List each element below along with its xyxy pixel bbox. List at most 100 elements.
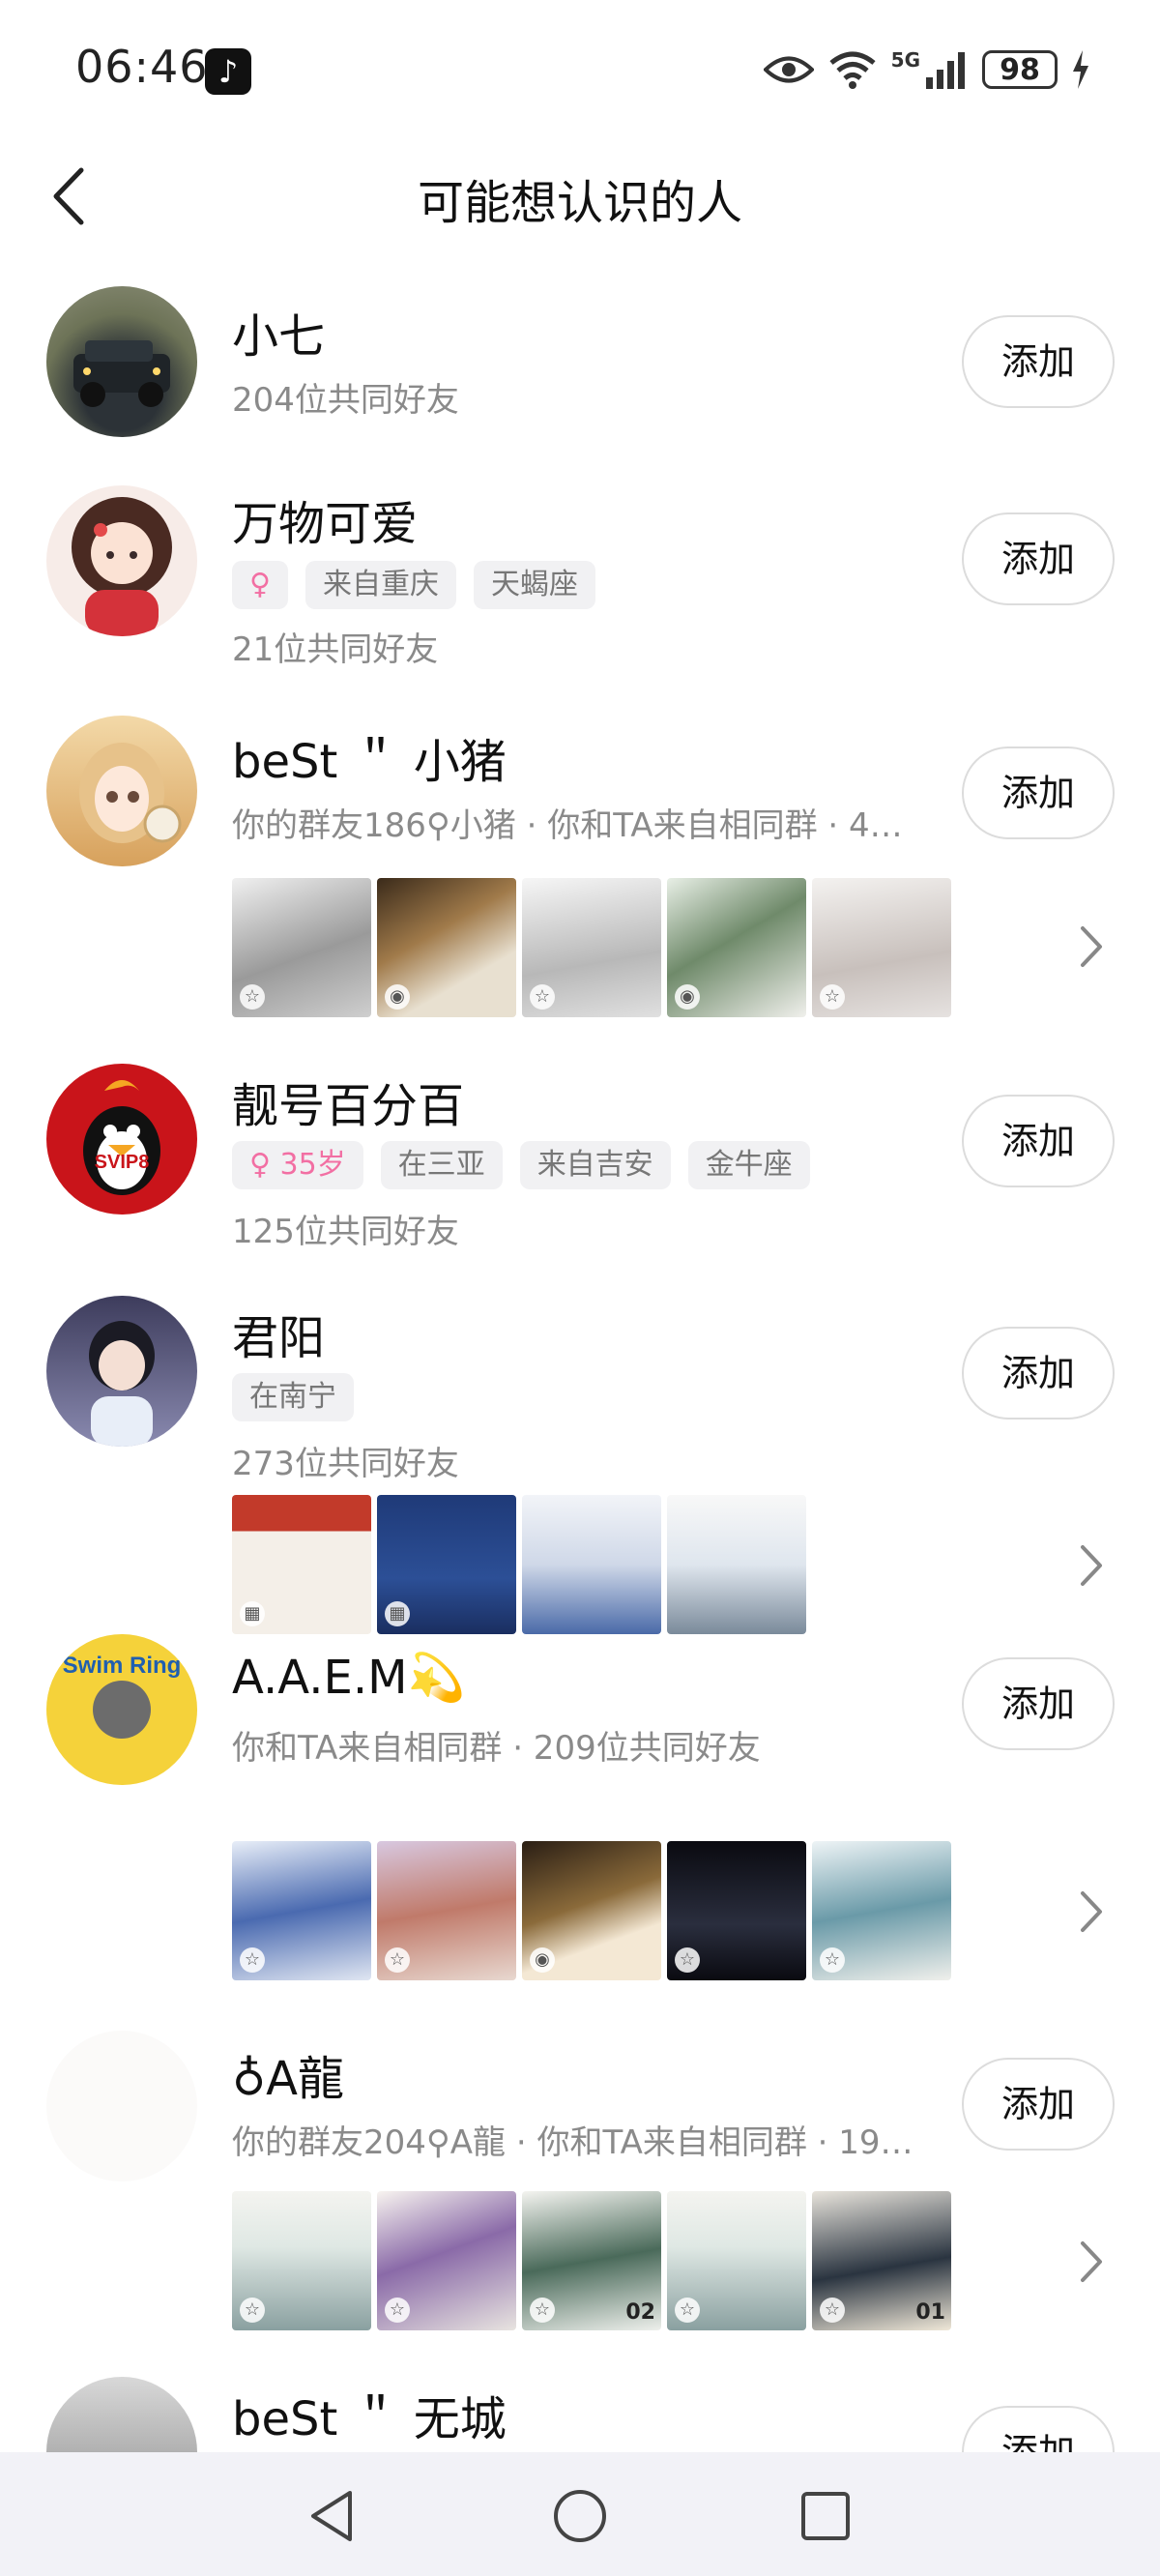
mutual-friends: 273位共同好友 bbox=[232, 1445, 459, 1483]
photo-strip[interactable]: ☆ ☆ ☆ 02 ☆ ☆ 01 bbox=[232, 2191, 951, 2330]
avatar[interactable] bbox=[46, 1296, 197, 1447]
photo-strip[interactable]: ☆ ◉ ☆ ◉ ☆ bbox=[232, 878, 951, 1017]
thumb-number: 02 bbox=[625, 2300, 655, 2325]
person-name: beSt ＂ 无城 bbox=[232, 2392, 507, 2446]
thumb-number: 01 bbox=[915, 2300, 945, 2325]
photo-strip[interactable]: ☆ ☆ ◉ ☆ ☆ bbox=[232, 1841, 951, 1980]
add-button[interactable]: 添加 bbox=[962, 2058, 1115, 2151]
list-item[interactable]: Swim Ring A.A.E.M💫 你和TA来自相同群 · 209位共同好友 … bbox=[0, 1634, 1160, 1982]
photo-thumbnail[interactable]: ◉ bbox=[377, 878, 516, 1017]
photo-thumbnail[interactable]: ☆ bbox=[377, 1841, 516, 1980]
mutual-friends: 125位共同好友 bbox=[232, 1213, 459, 1251]
chevron-right-icon[interactable] bbox=[1073, 922, 1108, 971]
star-icon: ☆ bbox=[385, 2298, 410, 2323]
photo-thumbnail[interactable]: ▦ bbox=[232, 1495, 371, 1634]
wifi-icon bbox=[829, 51, 876, 89]
photo-thumbnail[interactable]: ☆ 02 bbox=[522, 2191, 661, 2330]
avatar[interactable]: Swim Ring bbox=[46, 1634, 197, 1785]
svg-text:Swim Ring: Swim Ring bbox=[63, 1653, 182, 1679]
person-name: 小七 bbox=[232, 309, 326, 364]
add-button[interactable]: 添加 bbox=[962, 1657, 1115, 1750]
person-name: ♁A龍 bbox=[232, 2052, 344, 2106]
photo-thumbnail[interactable]: ☆ bbox=[377, 2191, 516, 2330]
list-item[interactable]: SVIP8 靓号百分百 ♀ 35岁 在三亚 来自吉安 金牛座 125位共同好友 … bbox=[0, 1064, 1160, 1257]
gender-age-tag: ♀ 35岁 bbox=[232, 1141, 363, 1189]
panda-icon: ◉ bbox=[385, 984, 410, 1010]
location-tag: 在南宁 bbox=[232, 1373, 354, 1421]
star-icon: ☆ bbox=[820, 984, 845, 1010]
photo-thumbnail[interactable]: ☆ bbox=[812, 878, 951, 1017]
photo-thumbnail[interactable]: ▦ bbox=[377, 1495, 516, 1634]
nav-recents-icon[interactable] bbox=[795, 2485, 856, 2547]
svg-text:SVIP8: SVIP8 bbox=[95, 1152, 150, 1173]
avatar[interactable] bbox=[46, 2377, 197, 2452]
chevron-right-icon[interactable] bbox=[1073, 2238, 1108, 2286]
photo-thumbnail[interactable]: ◉ bbox=[522, 1841, 661, 1980]
status-bar: 06:46 ♪ 5G 98 bbox=[0, 0, 1160, 143]
status-time: 06:46 bbox=[75, 41, 209, 93]
list-item[interactable]: beSt ＂ 小猪 你的群友186⚲小猪 · 你和TA来自相同群 · 4… 添加… bbox=[0, 716, 1160, 1025]
photo-thumbnail[interactable]: ◉ bbox=[667, 878, 806, 1017]
person-name: 靓号百分百 bbox=[232, 1079, 465, 1133]
add-button[interactable]: 添加 bbox=[962, 746, 1115, 839]
avatar[interactable] bbox=[46, 286, 197, 437]
photo-strip[interactable]: ▦ ▦ bbox=[232, 1495, 806, 1634]
photo-thumbnail[interactable] bbox=[667, 1495, 806, 1634]
signal-icon bbox=[926, 52, 965, 89]
star-icon: ☆ bbox=[675, 1947, 700, 1973]
list-item[interactable]: 小七 204位共同好友 添加 bbox=[0, 280, 1160, 445]
person-name: beSt ＂ 小猪 bbox=[232, 735, 507, 789]
add-button[interactable]: 添加 bbox=[962, 1327, 1115, 1420]
add-button[interactable]: 添加 bbox=[962, 315, 1115, 408]
nav-back-icon[interactable] bbox=[302, 2485, 363, 2547]
chevron-right-icon[interactable] bbox=[1073, 1541, 1108, 1590]
mutual-friends: 204位共同好友 bbox=[232, 381, 459, 420]
photo-thumbnail[interactable]: ☆ bbox=[667, 1841, 806, 1980]
photo-thumbnail[interactable]: ☆ bbox=[667, 2191, 806, 2330]
list-item[interactable]: 君阳 在南宁 273位共同好友 添加 ▦ ▦ bbox=[0, 1296, 1160, 1644]
photo-thumbnail[interactable]: ☆ bbox=[232, 878, 371, 1017]
avatar[interactable]: SVIP8 bbox=[46, 1064, 197, 1215]
photo-thumbnail[interactable]: ☆ bbox=[812, 1841, 951, 1980]
star-icon: ☆ bbox=[240, 984, 265, 1010]
tags: ♀ 35岁 在三亚 来自吉安 金牛座 bbox=[232, 1141, 810, 1189]
hometown-tag: 来自吉安 bbox=[519, 1141, 671, 1189]
star-icon: ☆ bbox=[240, 1947, 265, 1973]
charging-icon bbox=[1073, 50, 1088, 89]
chevron-right-icon[interactable] bbox=[1073, 1888, 1108, 1936]
person-name: A.A.E.M💫 bbox=[232, 1651, 466, 1705]
photo-thumbnail[interactable]: ☆ bbox=[232, 1841, 371, 1980]
group-info: 你和TA来自相同群 · 209位共同好友 bbox=[232, 1729, 761, 1768]
add-button[interactable]: 添加 bbox=[962, 512, 1115, 605]
photo-thumbnail[interactable]: ☆ bbox=[522, 878, 661, 1017]
avatar[interactable] bbox=[46, 485, 197, 636]
add-button[interactable]: 添加 bbox=[962, 1095, 1115, 1187]
battery-indicator: 98 bbox=[982, 50, 1058, 89]
star-icon: ☆ bbox=[385, 1947, 410, 1973]
photo-thumbnail[interactable]: ☆ 01 bbox=[812, 2191, 951, 2330]
gender-tag: ♀ bbox=[232, 561, 288, 609]
person-name: 万物可爱 bbox=[232, 497, 419, 551]
hometown-tag: 来自重庆 bbox=[304, 561, 456, 609]
photo-thumbnail[interactable] bbox=[522, 1495, 661, 1634]
list-item[interactable]: ♁A龍 你的群友204⚲A龍 · 你和TA来自相同群 · 19… 添加 ☆ ☆ … bbox=[0, 2031, 1160, 2340]
mutual-friends: 21位共同好友 bbox=[232, 630, 439, 669]
zodiac-tag: 天蝎座 bbox=[473, 561, 595, 609]
photo-thumbnail[interactable]: ☆ bbox=[232, 2191, 371, 2330]
eye-icon bbox=[763, 56, 814, 83]
list-item[interactable]: 万物可爱 ♀ 来自重庆 天蝎座 21位共同好友 添加 bbox=[0, 482, 1160, 675]
avatar[interactable] bbox=[46, 716, 197, 866]
nav-home-icon[interactable] bbox=[549, 2485, 611, 2547]
tags: ♀ 来自重庆 天蝎座 bbox=[232, 561, 595, 609]
header: 可能想认识的人 bbox=[0, 143, 1160, 249]
grid-icon: ▦ bbox=[385, 1601, 410, 1626]
tiktok-icon: ♪ bbox=[205, 48, 251, 95]
status-icons: 5G 98 bbox=[763, 44, 1090, 95]
grid-icon: ▦ bbox=[240, 1601, 265, 1626]
add-button[interactable]: 添加 bbox=[962, 2406, 1115, 2452]
location-tag: 在三亚 bbox=[380, 1141, 503, 1189]
avatar[interactable] bbox=[46, 2031, 197, 2181]
list-item[interactable]: beSt ＂ 无城 添加 bbox=[0, 2377, 1160, 2452]
star-icon: ☆ bbox=[530, 2298, 555, 2323]
star-icon: ☆ bbox=[820, 1947, 845, 1973]
